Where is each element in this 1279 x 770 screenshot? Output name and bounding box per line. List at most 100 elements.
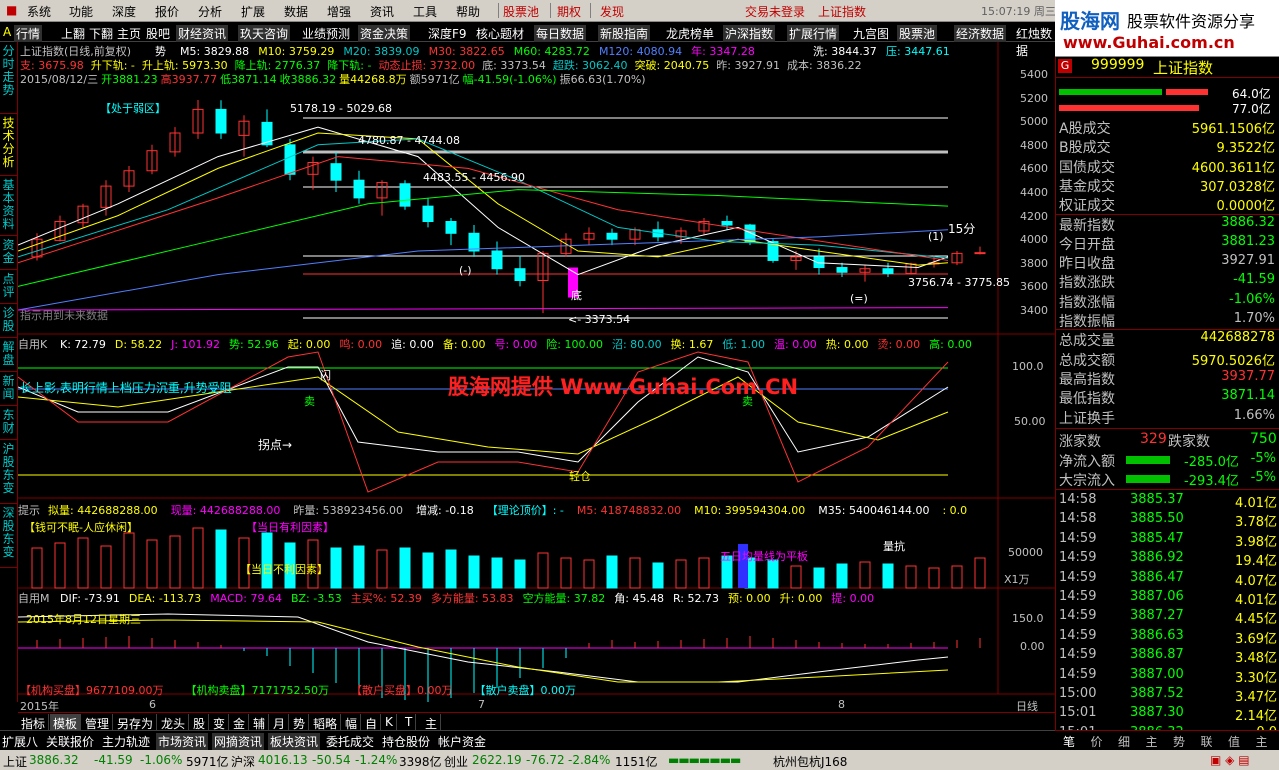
menu-discover[interactable]: 发现	[600, 3, 624, 20]
indicator-tab[interactable]: 模板	[50, 714, 82, 731]
ext-tab[interactable]: 主力轨迹	[100, 733, 152, 750]
right-tab[interactable]: 联	[1201, 733, 1213, 750]
tick-price: 3887.00	[1130, 666, 1184, 682]
right-tab[interactable]: 价	[1091, 733, 1103, 750]
right-tab[interactable]: 笔	[1063, 733, 1075, 750]
menu-depth[interactable]: 深度	[112, 3, 136, 20]
rp-stat-row: 指数涨幅 -1.06%	[1056, 292, 1279, 311]
right-tab[interactable]: 细	[1118, 733, 1130, 750]
toolbar-f9[interactable]: 深度F9	[428, 25, 467, 42]
macd-param-0: DIF: -73.91	[60, 592, 120, 605]
candle-body	[491, 250, 503, 270]
chart-area[interactable]: 上证指数(日线,前复权) 势 M5: 3829.88 M10: 3759.29 M2…	[18, 42, 1055, 713]
menu-data[interactable]: 数据	[284, 3, 308, 20]
menu-quote[interactable]: 报价	[155, 3, 179, 20]
ltab-basics[interactable]: 基本资料	[0, 176, 17, 236]
indicator-tab[interactable]: T	[402, 714, 417, 730]
toolbar-econ-data[interactable]: 经济数据	[954, 25, 1007, 42]
menu-tools[interactable]: 工具	[413, 3, 437, 20]
indicator-tab[interactable]: 势	[290, 714, 310, 731]
indicator-tab[interactable]: 龙头	[158, 714, 190, 731]
right-tab[interactable]: 势	[1173, 733, 1185, 750]
indicator-tab[interactable]: 指标	[18, 714, 50, 731]
ltab-analysis[interactable]: 解盘	[0, 338, 17, 372]
toolbar-dragon-tiger[interactable]: 龙虎榜单	[666, 25, 714, 42]
st-hs-label[interactable]: 沪深	[231, 753, 255, 770]
status-icons[interactable]: ▣ ◈ ▤	[1210, 753, 1250, 767]
st-cy-label[interactable]: 创业	[444, 753, 468, 770]
menu-system[interactable]: 系统	[27, 3, 51, 20]
indicator-tab[interactable]: 金	[230, 714, 250, 731]
ltab-eastmoney[interactable]: 东财	[0, 406, 17, 440]
toolbar-quote[interactable]: 行情	[14, 25, 43, 42]
menu-function[interactable]: 功能	[69, 3, 93, 20]
indicator-tab[interactable]: 管理	[82, 714, 114, 731]
toolbar-finance-news[interactable]: 财经资讯	[176, 25, 229, 42]
st-sh-label[interactable]: 上证	[3, 753, 27, 770]
tick-price: 3886.47	[1130, 569, 1184, 585]
ltab-comment[interactable]: 点评	[0, 270, 17, 304]
toolbar-fund-decision[interactable]: 资金决策	[358, 25, 411, 42]
ext-tab[interactable]: 委托成交	[324, 733, 376, 750]
ext-tab[interactable]: 持仓股份	[380, 733, 432, 750]
toolbar-earnings[interactable]: 业绩预测	[302, 25, 350, 42]
toolbar-page-down[interactable]: 下翻	[89, 25, 113, 42]
toolbar-nine-grid[interactable]: 九宫图	[853, 25, 889, 42]
g-icon[interactable]: G	[1058, 59, 1072, 73]
toolbar-ipo-guide[interactable]: 新股指南	[598, 25, 651, 42]
ext-tab[interactable]: 关联报价	[44, 733, 96, 750]
ltab-sh-holders[interactable]: 沪股东变	[0, 440, 17, 504]
indicator-tab[interactable]: 韬略	[310, 714, 342, 731]
ltab-sz-holders[interactable]: 深股东变	[0, 504, 17, 568]
app-icon[interactable]: ■	[6, 3, 17, 17]
toolbar-index[interactable]: 沪深指数	[723, 25, 776, 42]
ext-tab[interactable]: 板块资讯	[268, 733, 321, 750]
indicator-tab[interactable]: 另存为	[114, 714, 158, 731]
toolbar-ext-quote[interactable]: 扩展行情	[787, 25, 840, 42]
indicator-tab[interactable]: 股	[190, 714, 210, 731]
right-tab[interactable]: 主	[1256, 733, 1268, 750]
ext-tab[interactable]: 帐户资金	[436, 733, 488, 750]
ltab-news[interactable]: 新闻	[0, 372, 17, 406]
tick-vol: 3.30亿	[1235, 670, 1277, 686]
indicator-tab[interactable]: 月	[270, 714, 290, 731]
vol-bar	[514, 559, 526, 589]
indicator-tab[interactable]: 主	[422, 714, 442, 731]
toolbar-daily-data[interactable]: 每日数据	[534, 25, 587, 42]
menu-analysis[interactable]: 分析	[198, 3, 222, 20]
menu-options[interactable]: 期权	[557, 3, 581, 20]
right-tab[interactable]: 值	[1228, 733, 1240, 750]
right-tab[interactable]: 主	[1146, 733, 1158, 750]
server-name[interactable]: 杭州包杭J168	[773, 753, 847, 770]
turn-point: 拐点→	[258, 438, 293, 452]
ltab-intraday[interactable]: 分时走势	[0, 42, 17, 114]
ext-tab[interactable]: 网摘资讯	[212, 733, 265, 750]
indicator-tab[interactable]: 辅	[250, 714, 270, 731]
toolbar-home[interactable]: 主页	[117, 25, 141, 42]
toolbar-core-theme[interactable]: 核心题材	[476, 25, 524, 42]
ltab-funds[interactable]: 资金	[0, 236, 17, 270]
ohlc-3: 低3871.14	[220, 73, 277, 86]
flow-value: -285.0亿	[1184, 455, 1239, 470]
indicator-tab[interactable]: 自	[362, 714, 382, 731]
toolbar-jiutian[interactable]: 玖天咨询	[238, 25, 291, 42]
menu-extend[interactable]: 扩展	[241, 3, 265, 20]
menu-stock-pool[interactable]: 股票池	[503, 3, 539, 20]
menu-enhance[interactable]: 增强	[327, 3, 351, 20]
ltab-diagnose[interactable]: 诊股	[0, 304, 17, 338]
level-4780: 4780.87 - 4744.08	[358, 134, 460, 147]
toolbar-stock-pool[interactable]: 股票池	[897, 25, 938, 42]
rp-stat-row: 上证换手 1.66%	[1056, 408, 1279, 427]
menu-help[interactable]: 帮助	[456, 3, 480, 20]
toolbar-forum[interactable]: 股吧	[146, 25, 170, 42]
indicator-tab[interactable]: K	[382, 714, 397, 730]
indicator-tab[interactable]: 变	[210, 714, 230, 731]
ext-tab[interactable]: 市场资讯	[156, 733, 209, 750]
toolbar-page-up[interactable]: 上翻	[61, 25, 85, 42]
trade-status[interactable]: 交易未登录	[745, 3, 805, 20]
ltab-technical[interactable]: 技术分析	[0, 114, 17, 176]
vol-bar	[905, 565, 917, 589]
menu-info[interactable]: 资讯	[370, 3, 394, 20]
indicator-tab[interactable]: 幅	[342, 714, 362, 731]
ext-tab[interactable]: 扩展八	[0, 733, 40, 750]
